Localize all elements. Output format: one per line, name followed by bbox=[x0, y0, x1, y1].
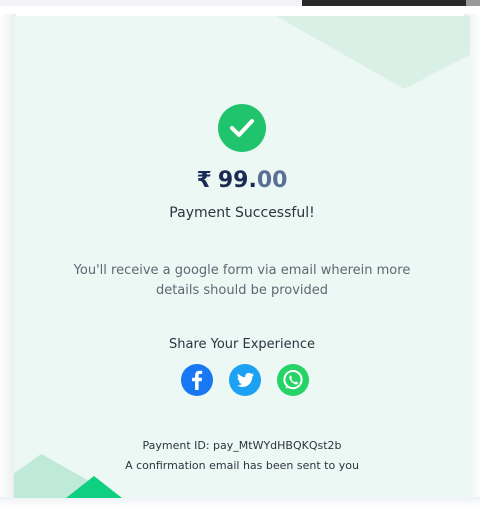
top-bar-left bbox=[0, 0, 302, 6]
top-bar-right bbox=[302, 0, 480, 6]
success-check-icon bbox=[218, 104, 266, 152]
payment-status: Payment Successful! bbox=[169, 205, 315, 221]
bottom-shadow bbox=[0, 497, 480, 507]
payment-id: Payment ID: pay_MtWYdHBQKQst2b bbox=[142, 439, 342, 452]
amount-whole: 99. bbox=[217, 168, 257, 193]
currency-symbol: ₹ bbox=[196, 168, 212, 193]
share-title: Share Your Experience bbox=[168, 337, 316, 352]
payment-amount: ₹99.00 bbox=[14, 168, 470, 193]
info-message: You'll receive a google form via email w… bbox=[73, 263, 411, 298]
whatsapp-icon[interactable] bbox=[276, 363, 310, 397]
confirmation-text: A confirmation email has been sent to yo… bbox=[125, 459, 359, 472]
facebook-icon[interactable] bbox=[180, 363, 214, 397]
amount-decimal: 00 bbox=[256, 168, 288, 193]
twitter-icon[interactable] bbox=[228, 363, 262, 397]
payment-success-card: ₹99.00 Payment Successful! You'll receiv… bbox=[14, 16, 470, 498]
decorative-shape-top-right bbox=[276, 16, 470, 89]
